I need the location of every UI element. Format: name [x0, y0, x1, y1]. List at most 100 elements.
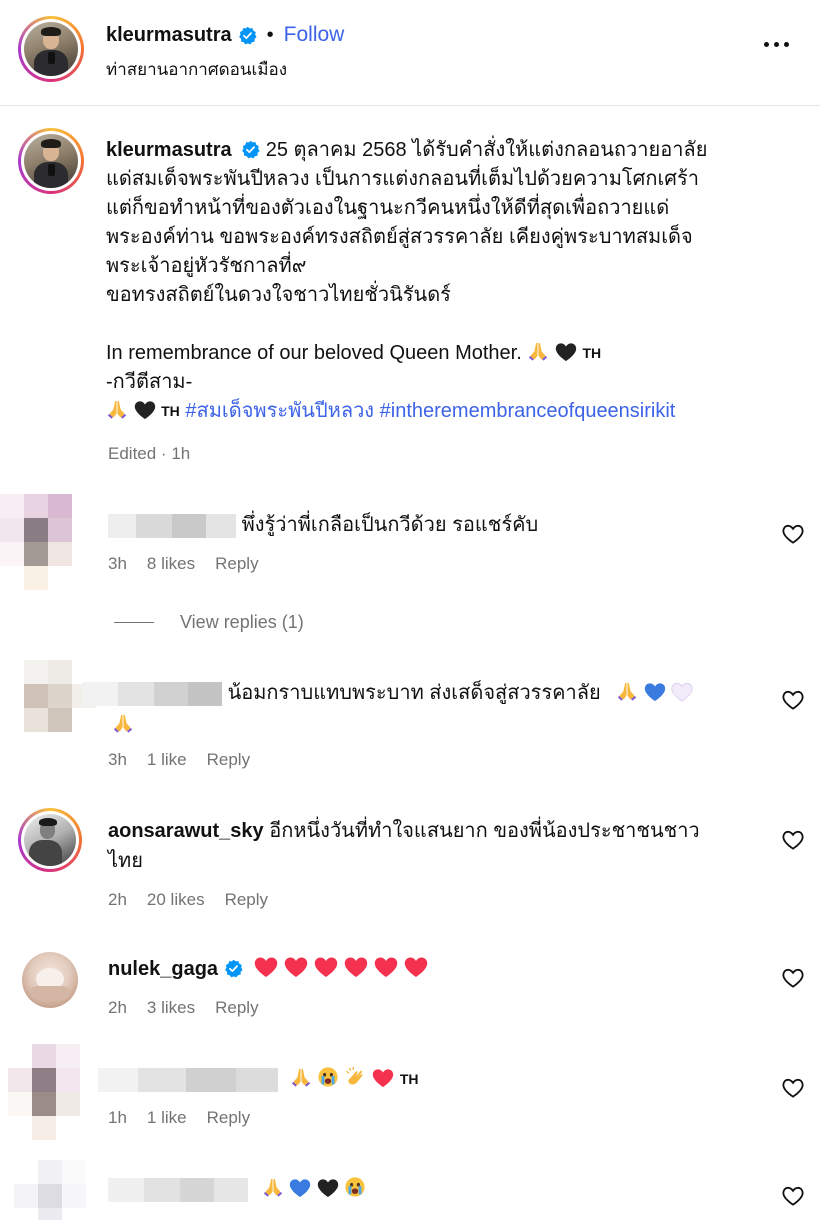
dot-separator: •	[266, 23, 274, 46]
comment-time: 2h	[108, 890, 127, 909]
caption-line: 25 ตุลาคม 2568 ได้รับคำสั่งให้แต่งกลอนถว…	[265, 139, 708, 161]
caption-meta: Edited · 1h	[108, 444, 191, 463]
edited-label: Edited	[108, 444, 157, 463]
post-time: 1h	[171, 444, 191, 463]
blurred-avatar[interactable]	[0, 494, 72, 590]
post-header: kleurmasutra • Follow ท่าสยานอากาศดอนเมื…	[0, 0, 820, 106]
red-hearts-emoji	[254, 958, 434, 980]
comment-time: 1h	[108, 1108, 127, 1127]
comment-text-line: TH	[98, 1064, 418, 1094]
caption-signature: -กวีตีสาม-	[106, 371, 193, 393]
author-line: kleurmasutra • Follow	[106, 22, 344, 48]
praying-hands-emoji	[616, 680, 638, 702]
comment-likes[interactable]: 3 likes	[147, 998, 195, 1018]
red-heart-emoji	[254, 956, 278, 978]
crying-face-emoji	[344, 1176, 366, 1198]
red-heart-emoji	[404, 956, 428, 978]
comment-meta: 2h 3 likes Reply	[108, 998, 259, 1018]
caption-english-line: In remembrance of our beloved Queen Moth…	[106, 342, 522, 364]
verified-icon	[224, 959, 243, 978]
caption-line: ขอทรงสถิตย์ในดวงใจชาวไทยชั่วนิรันดร์	[106, 284, 451, 306]
comment-text-line: พึ่งรู้ว่าพี่เกลือเป็นกวีด้วย รอแชร์คับ	[108, 510, 538, 540]
post-location[interactable]: ท่าสยานอากาศดอนเมือง	[106, 56, 287, 83]
hashtag-link[interactable]: #สมเด็จพระพันปีหลวง	[185, 400, 374, 422]
comment-meta: 1h 1 like Reply	[108, 1108, 250, 1128]
comment-text-line: nulek_gaga	[108, 954, 434, 984]
comment-likes[interactable]: 20 likes	[147, 890, 205, 910]
caption-text: kleurmasutra 25 ตุลาคม 2568 ได้รับคำสั่ง…	[106, 136, 786, 426]
author-username[interactable]: kleurmasutra	[106, 24, 232, 47]
caption-line: พระเจ้าอยู่หัวรัชกาลที่๙	[106, 255, 307, 277]
caption-line: แต่ก็ขอทำหน้าที่ของตัวเองในฐานะกวีคนหนึ่…	[106, 197, 670, 219]
comment-text-block: aonsarawut_sky อีกหนึ่งวันที่ทำใจแสนยาก …	[108, 816, 700, 876]
reply-button[interactable]: Reply	[215, 554, 258, 574]
heart-outline-icon[interactable]	[782, 830, 804, 850]
reply-button[interactable]: Reply	[207, 750, 250, 770]
blurred-username[interactable]	[108, 513, 236, 538]
commenter-avatar[interactable]	[22, 952, 78, 1008]
comment-meta: 2h 20 likes Reply	[108, 890, 268, 910]
blurred-username[interactable]	[98, 1067, 278, 1092]
th-flag: TH	[582, 345, 602, 361]
comment-text: อีกหนึ่งวันที่ทำใจแสนยาก ของพี่น้องประชา…	[269, 820, 700, 842]
blurred-username[interactable]	[82, 681, 222, 706]
commenter-avatar[interactable]	[18, 808, 82, 872]
heart-outline-icon[interactable]	[782, 968, 804, 988]
blurred-username[interactable]	[108, 1177, 248, 1202]
heart-outline-icon[interactable]	[782, 1078, 804, 1098]
hashtag-link[interactable]: #intheremembranceofqueensirikit	[380, 400, 676, 422]
caption-avatar[interactable]	[18, 128, 84, 194]
red-heart-emoji	[374, 956, 398, 978]
commenter-username[interactable]: nulek_gaga	[108, 958, 218, 980]
comment-meta: 3h 1 like Reply	[108, 750, 250, 770]
heart-outline-icon[interactable]	[782, 524, 804, 544]
comment-text-line	[108, 1174, 366, 1204]
more-options-icon[interactable]	[764, 34, 794, 54]
praying-hands-emoji	[106, 398, 128, 420]
black-heart-emoji	[317, 1178, 339, 1198]
reply-button[interactable]: Reply	[215, 998, 258, 1018]
heart-outline-icon[interactable]	[782, 1186, 804, 1206]
caption-line: พระองค์ท่าน ขอพระองค์ทรงสถิตย์สู่สวรรคาล…	[106, 226, 693, 248]
comment-meta: 3h 8 likes Reply	[108, 554, 259, 574]
th-flag: TH	[399, 1071, 419, 1087]
th-flag: TH	[161, 403, 180, 419]
caption-username[interactable]: kleurmasutra	[106, 139, 232, 161]
white-heart-emoji	[671, 682, 693, 702]
verified-icon	[238, 26, 257, 45]
comment-likes[interactable]: 8 likes	[147, 554, 195, 574]
follow-button[interactable]: Follow	[284, 23, 345, 47]
black-heart-emoji	[555, 342, 577, 362]
comment-time: 2h	[108, 998, 127, 1017]
praying-hands-emoji	[527, 340, 549, 362]
reply-button[interactable]: Reply	[225, 890, 268, 910]
comment-time: 3h	[108, 554, 127, 573]
praying-hands-emoji	[112, 712, 134, 734]
view-replies-button[interactable]: View replies (1)	[114, 612, 304, 633]
comment-text-line: น้อมกราบแทบพระบาท ส่งเสด็จสู่สวรรคาลัย	[82, 678, 693, 708]
caption-line: แด่สมเด็จพระพันปีหลวง เป็นการแต่งกลอนที่…	[106, 168, 699, 190]
author-avatar[interactable]	[18, 16, 84, 82]
commenter-username[interactable]: aonsarawut_sky	[108, 820, 264, 842]
red-heart-emoji	[344, 956, 368, 978]
blue-heart-emoji	[644, 682, 666, 702]
crying-face-emoji	[317, 1066, 339, 1088]
heart-outline-icon[interactable]	[782, 690, 804, 710]
verified-icon	[241, 140, 260, 159]
red-heart-emoji	[284, 956, 308, 978]
comment-text: น้อมกราบแทบพระบาท ส่งเสด็จสู่สวรรคาลัย	[227, 682, 601, 704]
comment-text: พึ่งรู้ว่าพี่เกลือเป็นกวีด้วย รอแชร์คับ	[241, 514, 539, 536]
comment-text: ไทย	[108, 850, 143, 872]
blue-heart-emoji	[289, 1178, 311, 1198]
reply-button[interactable]: Reply	[207, 1108, 250, 1128]
red-heart-emoji	[314, 956, 338, 978]
blurred-avatar[interactable]	[8, 1044, 80, 1140]
replies-divider	[114, 622, 154, 623]
comment-likes[interactable]: 1 like	[147, 750, 187, 770]
comment-time: 3h	[108, 750, 127, 769]
black-heart-emoji	[134, 400, 156, 420]
clapping-hands-emoji	[345, 1066, 367, 1088]
comment-likes[interactable]: 1 like	[147, 1108, 187, 1128]
praying-hands-emoji	[290, 1066, 312, 1088]
blurred-avatar[interactable]	[14, 1160, 86, 1220]
